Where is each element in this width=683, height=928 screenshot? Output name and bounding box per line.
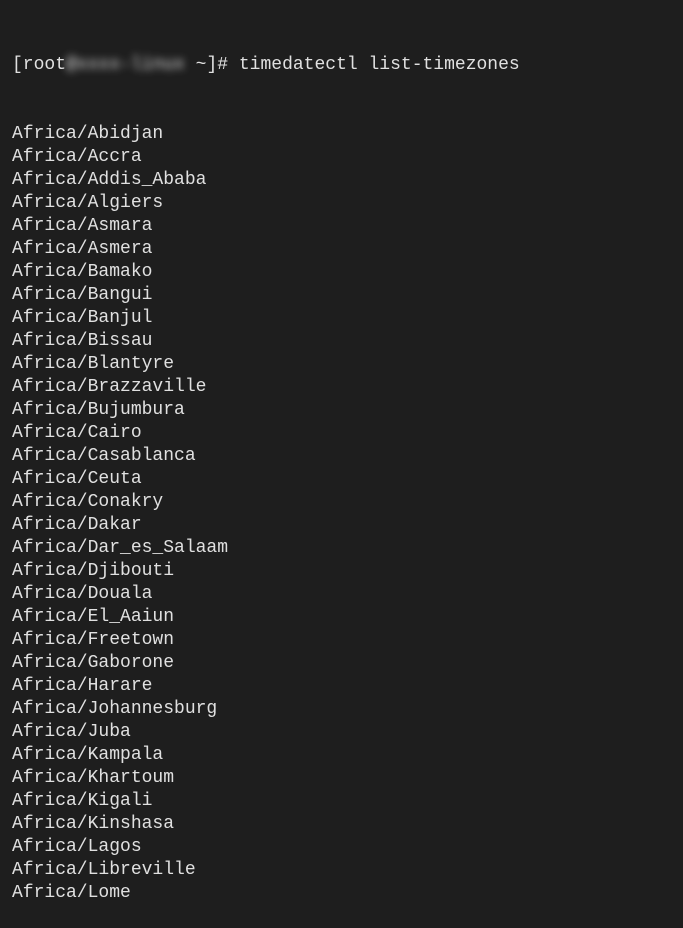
output-line: Africa/Accra [12, 146, 671, 169]
output-line: Africa/Lome [12, 882, 671, 905]
output-line: Africa/Kigali [12, 790, 671, 813]
output-line: Africa/Kampala [12, 744, 671, 767]
output-line: Africa/Libreville [12, 859, 671, 882]
output-line: Africa/Bissau [12, 330, 671, 353]
output-line: Africa/Blantyre [12, 353, 671, 376]
prompt-suffix: ~]# [185, 54, 239, 77]
output-line: Africa/Abidjan [12, 123, 671, 146]
output-line: Africa/Dar_es_Salaam [12, 537, 671, 560]
output-line: Africa/Kinshasa [12, 813, 671, 836]
output-line: Africa/Algiers [12, 192, 671, 215]
output-line: Africa/Djibouti [12, 560, 671, 583]
output-line: Africa/Bamako [12, 261, 671, 284]
output-line: Africa/Casablanca [12, 445, 671, 468]
prompt-prefix: [root [12, 54, 66, 77]
output-line: Africa/Freetown [12, 629, 671, 652]
output-line: Africa/Asmara [12, 215, 671, 238]
output-line: Africa/Bangui [12, 284, 671, 307]
command-prompt-line: [root@xxxx-linux ~]# timedatectl list-ti… [12, 54, 671, 77]
command-output: Africa/AbidjanAfrica/AccraAfrica/Addis_A… [12, 123, 671, 905]
output-line: Africa/Harare [12, 675, 671, 698]
output-line: Africa/Brazzaville [12, 376, 671, 399]
output-line: Africa/Dakar [12, 514, 671, 537]
output-line: Africa/Ceuta [12, 468, 671, 491]
output-line: Africa/Juba [12, 721, 671, 744]
output-line: Africa/Asmera [12, 238, 671, 261]
output-line: Africa/Khartoum [12, 767, 671, 790]
output-line: Africa/Cairo [12, 422, 671, 445]
terminal-window[interactable]: [root@xxxx-linux ~]# timedatectl list-ti… [12, 8, 671, 928]
output-line: Africa/Conakry [12, 491, 671, 514]
output-line: Africa/Gaborone [12, 652, 671, 675]
output-line: Africa/Addis_Ababa [12, 169, 671, 192]
output-line: Africa/Johannesburg [12, 698, 671, 721]
output-line: Africa/Banjul [12, 307, 671, 330]
output-line: Africa/Lagos [12, 836, 671, 859]
command-text: timedatectl list-timezones [239, 54, 520, 77]
prompt-hostname-obscured: @xxxx-linux [66, 54, 185, 77]
output-line: Africa/Bujumbura [12, 399, 671, 422]
output-line: Africa/Douala [12, 583, 671, 606]
output-line: Africa/El_Aaiun [12, 606, 671, 629]
